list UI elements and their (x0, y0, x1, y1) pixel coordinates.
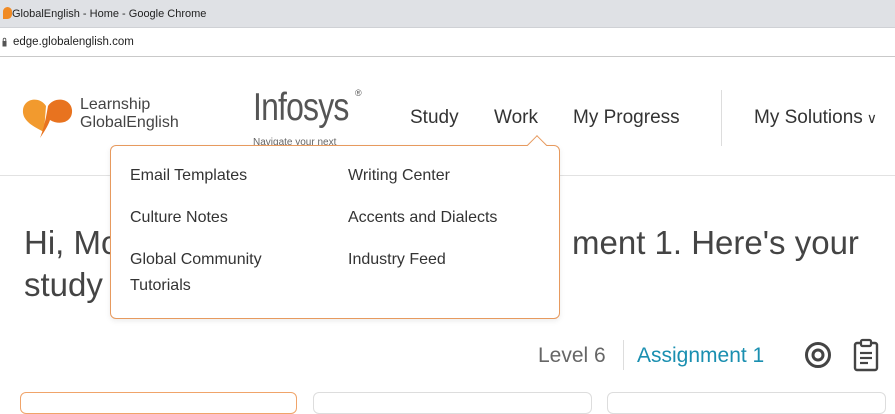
nav-study[interactable]: Study (410, 107, 459, 129)
browser-title-bar: GlobalEnglish - Home - Google Chrome (0, 0, 895, 28)
favicon-icon (3, 7, 12, 19)
learnship-logo-icon (22, 99, 73, 138)
lock-icon (2, 37, 7, 47)
work-dropdown-menu: Email Templates Writing Center Culture N… (110, 145, 560, 319)
menu-item-writing-center[interactable]: Writing Center (348, 163, 558, 189)
study-card[interactable] (313, 392, 592, 414)
level-separator (623, 340, 624, 370)
nav-my-solutions[interactable]: My Solutions ∨ (754, 107, 877, 129)
menu-item-global-community-tutorials[interactable]: Global Community Tutorials (130, 247, 305, 299)
greeting-left-line2: study (24, 266, 103, 303)
brand-line2: GlobalEnglish (80, 114, 179, 131)
level-label: Level 6 (538, 344, 606, 367)
study-card[interactable] (20, 392, 297, 414)
menu-item-accents-and-dialects[interactable]: Accents and Dialects (348, 205, 558, 231)
nav-separator (721, 90, 722, 146)
nav-work[interactable]: Work (494, 107, 538, 129)
menu-item-culture-notes[interactable]: Culture Notes (130, 205, 340, 231)
study-card[interactable] (607, 392, 886, 414)
greeting-left-line1: Hi, Mo (24, 224, 120, 261)
assignment-link[interactable]: Assignment 1 (637, 344, 764, 368)
menu-item-email-templates[interactable]: Email Templates (130, 163, 340, 189)
url-text[interactable]: edge.globalenglish.com (13, 36, 134, 48)
clipboard-icon[interactable] (853, 338, 879, 372)
nav-my-solutions-label: My Solutions (754, 107, 863, 128)
menu-item-industry-feed[interactable]: Industry Feed (348, 247, 558, 273)
greeting-left: Hi, Mo study (24, 222, 119, 306)
chevron-down-icon: ∨ (866, 110, 878, 126)
brand-name: Learnship GlobalEnglish (80, 96, 179, 132)
nav-my-progress[interactable]: My Progress (573, 107, 680, 129)
address-bar[interactable]: edge.globalenglish.com (0, 28, 895, 57)
target-icon[interactable] (804, 341, 832, 369)
window-title: GlobalEnglish - Home - Google Chrome (12, 8, 207, 20)
greeting-right: ment 1. Here's your (572, 224, 859, 261)
brand-line1: Learnship (80, 96, 151, 113)
infosys-registered-mark: ® (355, 88, 362, 98)
infosys-logo: Infosys (253, 86, 349, 129)
